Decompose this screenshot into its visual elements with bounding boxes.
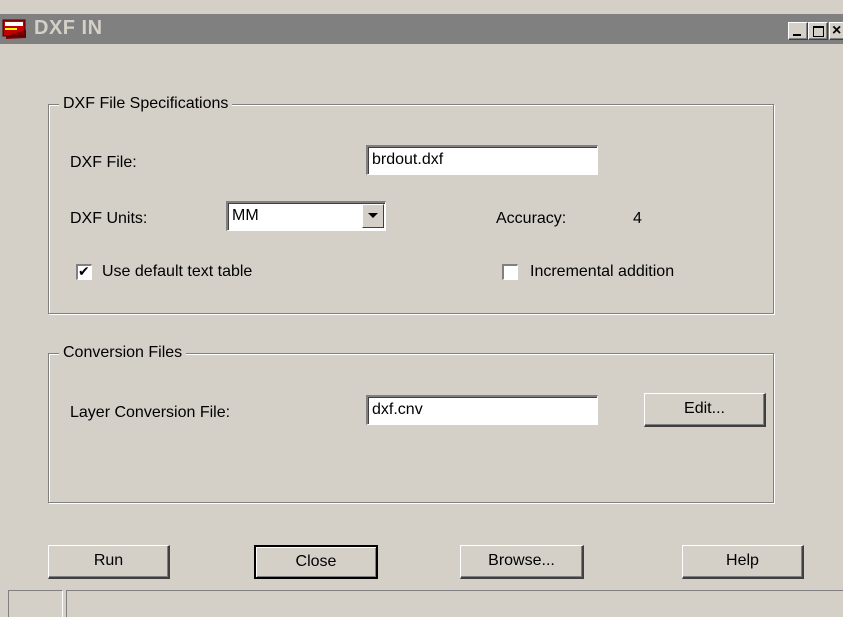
status-bar [8, 590, 843, 617]
conversion-files-group: Conversion Files [48, 343, 774, 503]
browse-button[interactable]: Browse... [460, 545, 584, 579]
checkmark-icon: ✔ [78, 263, 90, 279]
accuracy-value: 4 [633, 210, 642, 227]
status-pane-left [8, 590, 63, 617]
layer-conversion-file-label: Layer Conversion File: [70, 404, 231, 421]
close-icon: × [832, 22, 842, 39]
status-pane-main [66, 590, 843, 617]
dxf-file-label: DXF File: [70, 154, 137, 171]
close-button[interactable]: Close [254, 545, 378, 579]
title-bar[interactable]: DXF IN × [0, 14, 843, 44]
incremental-addition-label[interactable]: Incremental addition [530, 262, 674, 282]
dxf-units-select[interactable]: MM [226, 201, 386, 231]
edit-button[interactable]: Edit... [644, 393, 766, 427]
run-button[interactable]: Run [48, 545, 170, 579]
group-title-conversion: Conversion Files [59, 343, 187, 363]
dxf-file-specifications-group: DXF File Specifications [48, 94, 774, 314]
dxf-file-input[interactable]: brdout.dxf [366, 145, 598, 175]
use-default-text-table-checkbox[interactable]: ✔ [76, 263, 92, 280]
close-window-button[interactable]: × [829, 22, 843, 40]
dxf-units-label: DXF Units: [70, 210, 148, 227]
window-title: DXF IN [34, 17, 103, 39]
chevron-down-icon[interactable] [362, 204, 384, 228]
minimize-button[interactable] [788, 22, 808, 40]
accuracy-label: Accuracy: [496, 210, 567, 227]
group-title-file-spec: DXF File Specifications [59, 94, 233, 114]
app-icon [2, 19, 26, 39]
incremental-addition-checkbox[interactable] [502, 264, 518, 280]
help-button[interactable]: Help [682, 545, 804, 579]
dxf-units-value: MM [232, 207, 259, 224]
dxf-in-dialog: DXF IN × DXF File Specifications DXF Fil… [0, 0, 843, 617]
use-default-text-table-label[interactable]: Use default text table [102, 262, 252, 282]
layer-conversion-file-input[interactable]: dxf.cnv [366, 395, 598, 425]
maximize-button[interactable] [808, 22, 828, 40]
